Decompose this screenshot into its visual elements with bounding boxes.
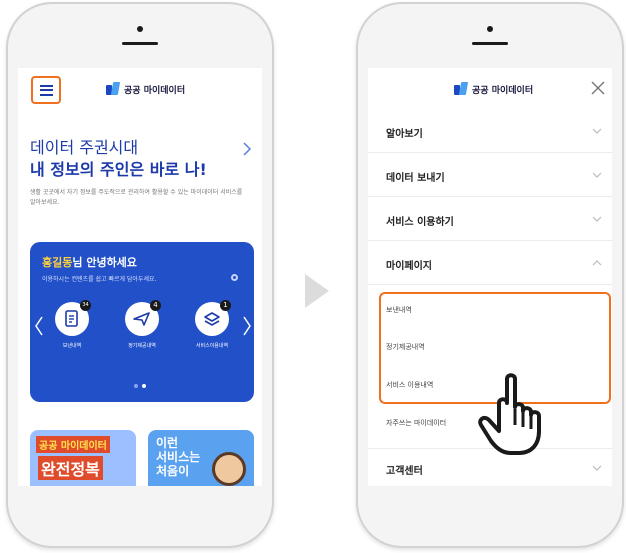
greeting-suffix: 님 안녕하세요 [72,256,137,269]
banner-text: 이런 서비스는 처음이 [156,436,200,478]
logo-icon [454,82,469,96]
app-logo: 공공 마이데이터 [454,82,533,96]
pointing-hand-icon [478,373,541,455]
triangle-arrow-icon [305,274,329,308]
menu-item-label: 고객센터 [386,466,423,477]
stack-icon: 1 [195,300,231,336]
carousel-dots[interactable] [134,384,146,388]
logo-icon [106,82,121,96]
close-icon[interactable] [590,80,606,96]
greeting-title: 홍길동님 안녕하세요 [42,254,137,270]
count-badge: 1 [220,300,231,311]
shortcut-sent-history[interactable]: 34 보낸내역 [44,300,100,349]
count-badge: 4 [150,300,161,311]
camera-dot [487,26,493,32]
chevron-down-icon [592,128,602,134]
logo-text: 공공 마이데이터 [124,85,186,96]
hero-description: 생활 곳곳에서 자기 정보를 주도적으로 관리하여 활용할 수 있는 마이데이터… [30,189,243,206]
speaker-grille [472,42,508,45]
chevron-left-icon[interactable] [34,316,44,336]
speaker-grille [122,42,158,45]
shortcut-service-history[interactable]: 1 서비스이용내역 [184,300,240,349]
submenu-favorite-mydata[interactable]: 자주쓰는 마이데이터 [386,418,446,428]
menu-item-label: 데이터 보내기 [386,173,445,184]
phone-right: 공공 마이데이터 알아보기 데이터 보내기 서비스 이용하기 마이페이지 보낸내… [356,2,624,548]
camera-dot [137,26,143,32]
logo-text: 공공 마이데이터 [472,85,534,96]
chevron-down-icon [592,172,602,178]
count-badge: 34 [80,300,91,311]
user-name: 홍길동 [42,256,73,269]
banner-headline: 완전정복 [38,456,103,480]
carousel-dot-active[interactable] [142,384,146,388]
chevron-up-icon [592,260,602,266]
document-icon: 34 [55,300,91,336]
chevron-down-icon [592,216,602,222]
phone-left: 공공 마이데이터 데이터 주권시대 내 정보의 주인은 바로 나! 생활 곳곳에… [6,2,274,548]
shortcut-label: 서비스이용내역 [195,343,229,349]
menu-icon [39,84,53,96]
banner-line: 이런 [156,436,179,450]
shortcut-regular-provision[interactable]: 4 정기제공내역 [114,300,170,349]
hero-title-line2: 내 정보의 주인은 바로 나! [30,160,207,179]
hero-title-line1: 데이터 주권시대 [30,138,139,157]
banner-title: 공공 마이데이터 [36,436,110,453]
app-logo: 공공 마이데이터 [106,82,185,96]
carousel-dot[interactable] [134,384,138,388]
settings-icon[interactable] [231,274,238,281]
send-icon: 4 [125,300,161,336]
chevron-down-icon [592,465,602,471]
person-illustration [212,452,246,486]
menu-item-use-service[interactable]: 서비스 이용하기 [368,200,612,241]
chevron-right-icon[interactable] [242,316,252,336]
hamburger-menu-button[interactable] [31,76,61,104]
menu-item-label: 서비스 이용하기 [386,217,454,228]
menu-item-label: 마이페이지 [386,261,432,272]
greeting-subtitle: 이용하시는 컨텐츠를 쉽고 빠르게 담아두세요. [42,276,157,283]
shortcut-label: 보낸내역 [62,343,82,349]
home-screen: 공공 마이데이터 데이터 주권시대 내 정보의 주인은 바로 나! 생활 곳곳에… [18,68,262,486]
chevron-right-icon[interactable] [240,142,254,156]
menu-item-mypage[interactable]: 마이페이지 [368,244,612,285]
banner-line: 처음이 [156,464,190,478]
banner-line: 서비스는 [156,450,201,464]
menu-item-send-data[interactable]: 데이터 보내기 [368,156,612,197]
menu-item-label: 알아보기 [386,129,423,140]
banner-service-intro[interactable]: 이런 서비스는 처음이 [148,430,254,486]
shortcut-label: 정기제공내역 [128,343,156,349]
greeting-card: 홍길동님 안녕하세요 이용하시는 컨텐츠를 쉽고 빠르게 담아두세요. 34 보… [30,242,254,402]
menu-item-about[interactable]: 알아보기 [368,112,612,153]
banner-mydata-guide[interactable]: 공공 마이데이터 완전정복 [30,430,136,486]
